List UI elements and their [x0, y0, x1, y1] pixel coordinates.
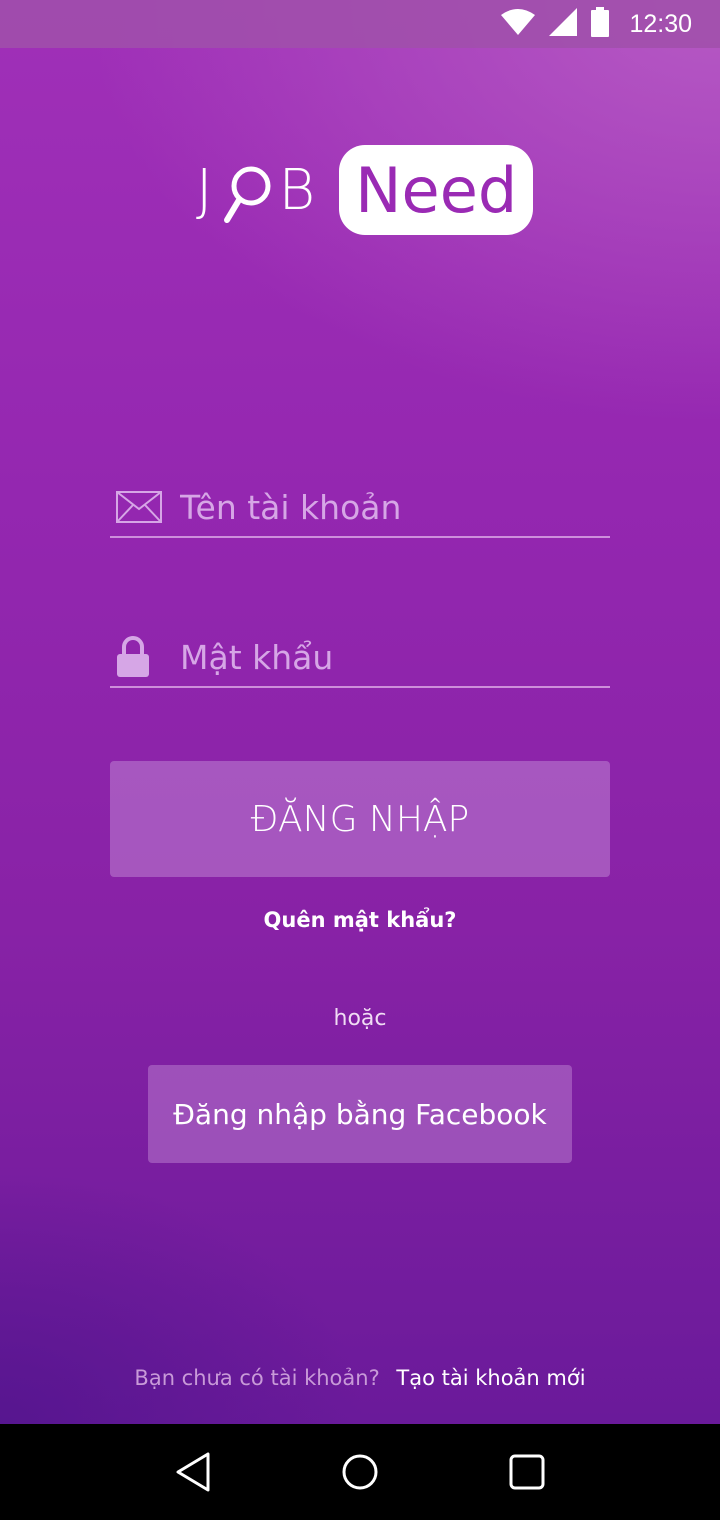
signal-icon: [549, 8, 578, 40]
recents-icon[interactable]: [497, 1442, 557, 1502]
login-screen: 12:30 J B Need Tên tài khoản ĐĂNG NHẬP Q…: [0, 0, 720, 1424]
back-icon[interactable]: [163, 1442, 223, 1502]
magnifier-icon: [221, 162, 273, 226]
or-separator: hoặc: [333, 1006, 387, 1031]
logo-letter-j: J: [196, 157, 215, 223]
navigation-bar: [0, 1424, 720, 1520]
facebook-login-button[interactable]: Đăng nhập bằng Facebook: [148, 1065, 572, 1163]
signup-question: Bạn chưa có tài khoản?: [134, 1366, 380, 1390]
wifi-icon: [501, 9, 536, 39]
logo-letter-b: B: [278, 157, 318, 223]
app-logo: J B Need: [196, 144, 546, 236]
battery-icon: [591, 7, 610, 41]
login-button[interactable]: ĐĂNG NHẬP: [110, 761, 610, 877]
password-input[interactable]: [180, 637, 610, 677]
username-input[interactable]: [180, 487, 610, 527]
envelope-icon: [116, 491, 168, 523]
home-icon[interactable]: [330, 1442, 390, 1502]
lock-icon: [116, 636, 168, 678]
username-field: [110, 478, 610, 538]
create-account-link[interactable]: Tạo tài khoản mới: [396, 1366, 585, 1390]
signup-prompt: Bạn chưa có tài khoản? Tạo tài khoản mới: [0, 1366, 720, 1390]
logo-need-badge: Need: [339, 145, 534, 235]
password-field: [110, 628, 610, 688]
forgot-password-link[interactable]: Quên mật khẩu?: [0, 908, 720, 932]
clock: 12:30: [629, 9, 692, 38]
status-bar: 12:30: [0, 0, 720, 48]
logo-job-wordmark: J B: [196, 158, 317, 223]
